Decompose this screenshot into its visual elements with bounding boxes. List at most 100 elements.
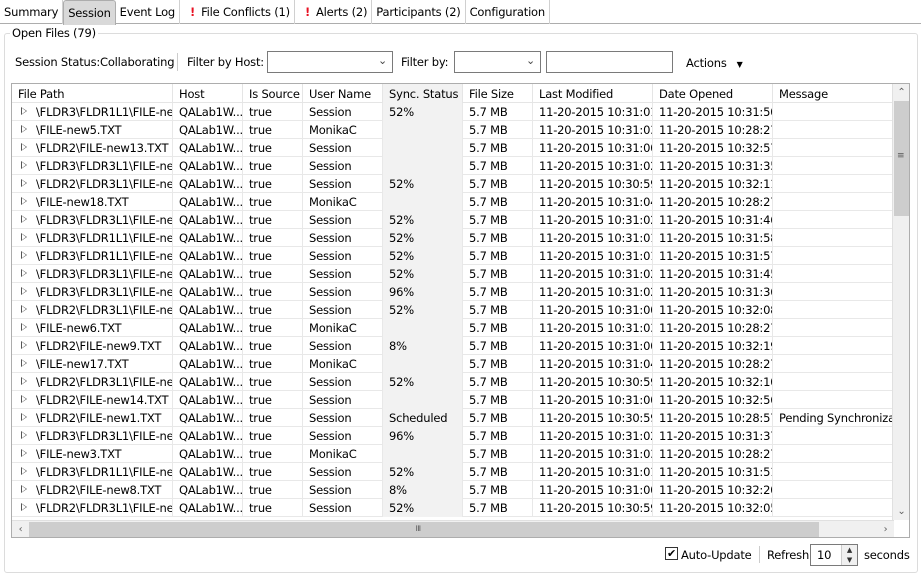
table-cell: Scheduled [383, 409, 463, 427]
table-row[interactable]: \FLDR3\FLDR3L1\FILE-new QALab1W... true Ses… [12, 265, 894, 283]
scroll-left-icon[interactable]: ‹ [12, 521, 29, 537]
expand-icon[interactable] [21, 287, 27, 295]
expand-icon[interactable] [21, 107, 27, 115]
auto-update-checkbox[interactable]: ✔ [665, 547, 678, 560]
tab-event-log[interactable]: Event Log [116, 0, 181, 24]
column-header[interactable]: File Path [12, 84, 173, 103]
column-header[interactable]: Message [773, 84, 894, 103]
table-row[interactable]: \FLDR3\FLDR3L1\FILE-new QALab1W... true Ses… [12, 283, 894, 301]
expand-icon[interactable] [21, 485, 27, 493]
scroll-down-icon[interactable]: ⌄ [893, 503, 909, 520]
vertical-scrollbar[interactable]: ⌃ ≡ ⌄ [892, 84, 909, 520]
table-cell: \FILE-new6.TXT [12, 319, 173, 337]
horizontal-scrollbar[interactable]: ‹ ≡ › [12, 520, 894, 537]
expand-icon[interactable] [21, 197, 27, 205]
filter-by-dropdown[interactable]: ⌄ [454, 51, 541, 73]
expand-icon[interactable] [21, 269, 27, 277]
expand-icon[interactable] [21, 233, 27, 241]
column-header[interactable]: Last Modified [533, 84, 653, 103]
table-row[interactable]: \FLDR2\FILE-new9.TXT QALab1W... true Sessio… [12, 337, 894, 355]
table-row[interactable]: \FLDR2\FILE-new14.TXT QALab1W... true Sessi… [12, 391, 894, 409]
cell-text: true [249, 465, 272, 479]
actions-menu-button[interactable]: Actions ▼ [686, 56, 743, 70]
scroll-right-icon[interactable]: › [877, 521, 894, 537]
column-header[interactable]: File Size [463, 84, 533, 103]
tab-participants[interactable]: Participants (2) [372, 0, 466, 24]
table-cell: 11-20-2015 10:31:01 [533, 247, 653, 265]
table-row[interactable]: \FLDR3\FLDR1L1\FILE-new QALab1W... true Ses… [12, 463, 894, 481]
table-row[interactable]: \FILE-new17.TXT QALab1W... true MonikaC 5.7 … [12, 355, 894, 373]
tab-configuration[interactable]: Configuration [466, 0, 550, 24]
expand-icon[interactable] [21, 467, 27, 475]
table-row[interactable]: \FLDR3\FLDR3L1\FILE-new QALab1W... true Ses… [12, 427, 894, 445]
table-row[interactable]: \FILE-new6.TXT QALab1W... true MonikaC 5.7 M… [12, 319, 894, 337]
table-row[interactable]: \FLDR2\FILE-new1.TXT QALab1W... true Sessio… [12, 409, 894, 427]
table-header: File Path Host Is Source User Name Sync. Sta… [12, 84, 894, 103]
table-cell: \FLDR3\FLDR3L1\FILE-new [12, 427, 173, 445]
table-cell: 5.7 MB [463, 103, 533, 121]
column-header[interactable]: Date Opened [653, 84, 773, 103]
table-row[interactable]: \FLDR3\FLDR1L1\FILE-new QALab1W... true Ses… [12, 229, 894, 247]
table-row[interactable]: \FLDR3\FLDR3L1\FILE-new QALab1W... true Ses… [12, 211, 894, 229]
expand-icon[interactable] [21, 341, 27, 349]
table-row[interactable]: \FLDR2\FLDR3L1\FILE-new QALab1W... true Ses… [12, 301, 894, 319]
cell-text: QALab1W... [179, 231, 243, 245]
expand-icon[interactable] [21, 413, 27, 421]
table-row[interactable]: \FILE-new18.TXT QALab1W... true MonikaC 5.7 … [12, 193, 894, 211]
table-row[interactable]: \FILE-new5.TXT QALab1W... true MonikaC 5.7 M… [12, 121, 894, 139]
expand-icon[interactable] [21, 251, 27, 259]
table-cell: 11-20-2015 10:31:03 [533, 445, 653, 463]
expand-icon[interactable] [21, 395, 27, 403]
decrement-icon[interactable]: ▼ [841, 555, 857, 565]
expand-icon[interactable] [21, 179, 27, 187]
grip-icon: ≡ [897, 151, 905, 161]
table-row[interactable]: \FLDR2\FLDR3L1\FILE-new QALab1W... true Ses… [12, 373, 894, 391]
table-row[interactable]: \FLDR2\FLDR3L1\FILE-new QALab1W... true Ses… [12, 175, 894, 193]
expand-icon[interactable] [21, 359, 27, 367]
table-row[interactable]: \FLDR2\FILE-new13.TXT QALab1W... true Sessi… [12, 139, 894, 157]
scroll-up-icon[interactable]: ⌃ [893, 84, 909, 101]
expand-icon[interactable] [21, 431, 27, 439]
table-row[interactable]: \FLDR2\FLDR3L1\FILE-new QALab1W... true Ses… [12, 499, 894, 517]
table-cell: 11-20-2015 10:32:11 [653, 175, 773, 193]
cell-text: true [249, 213, 272, 227]
cell-text: 11-20-2015 10:31:00 [539, 339, 653, 353]
table-cell: 5.7 MB [463, 319, 533, 337]
table-row[interactable]: \FLDR3\FLDR1L1\FILE-new QALab1W... true Ses… [12, 103, 894, 121]
cell-text: 11-20-2015 10:31:57 [659, 249, 773, 263]
cell-text: Session [309, 393, 352, 407]
column-header[interactable]: Host [173, 84, 243, 103]
table-cell: 11-20-2015 10:31:02 [533, 211, 653, 229]
refresh-interval-stepper[interactable]: 10 ▲ ▼ [810, 544, 858, 566]
table-cell: \FILE-new3.TXT [12, 445, 173, 463]
horizontal-scroll-thumb[interactable]: ≡ [29, 522, 819, 537]
table-row[interactable]: \FILE-new3.TXT QALab1W... true MonikaC 5.7 M… [12, 445, 894, 463]
tab-file-conflicts[interactable]: ! File Conflicts (1) [180, 0, 295, 24]
expand-icon[interactable] [21, 125, 27, 133]
expand-icon[interactable] [21, 449, 27, 457]
table-cell: true [243, 193, 303, 211]
vertical-scroll-thumb[interactable]: ≡ [894, 101, 909, 216]
table-row[interactable]: \FLDR2\FILE-new8.TXT QALab1W... true Sessio… [12, 481, 894, 499]
tab-summary[interactable]: Summary [0, 0, 64, 24]
tab-session[interactable]: Session [63, 0, 116, 25]
expand-icon[interactable] [21, 503, 27, 511]
table-row[interactable]: \FLDR3\FLDR3L1\FILE-new QALab1W... true Ses… [12, 157, 894, 175]
column-header[interactable]: User Name [303, 84, 383, 103]
filter-text-input[interactable] [546, 51, 673, 73]
warning-icon: ! [304, 5, 310, 19]
column-header[interactable]: Is Source [243, 84, 303, 103]
expand-icon[interactable] [21, 161, 27, 169]
expand-icon[interactable] [21, 323, 27, 331]
expand-icon[interactable] [21, 377, 27, 385]
tab-alerts[interactable]: ! Alerts (2) [295, 0, 373, 24]
expand-icon[interactable] [21, 215, 27, 223]
table-row[interactable]: \FLDR3\FLDR1L1\FILE-new QALab1W... true Ses… [12, 247, 894, 265]
cell-text: Session [309, 501, 352, 515]
increment-icon[interactable]: ▲ [841, 545, 857, 555]
expand-icon[interactable] [21, 143, 27, 151]
filter-host-dropdown[interactable]: ⌄ [267, 51, 393, 73]
cell-text: Session [309, 465, 352, 479]
column-header[interactable]: Sync. Status [383, 84, 463, 103]
expand-icon[interactable] [21, 305, 27, 313]
